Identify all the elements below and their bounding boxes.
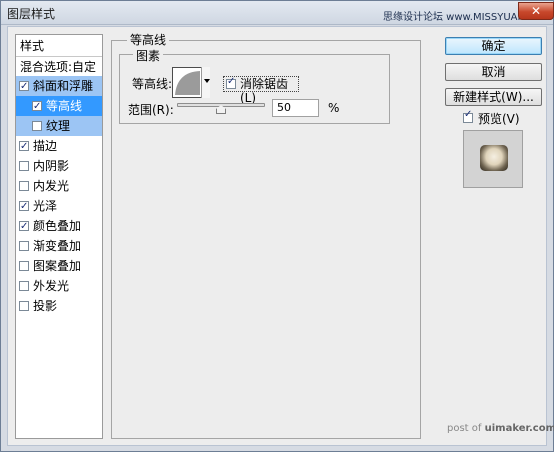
blend-options-item[interactable]: 混合选项:自定 <box>16 56 102 76</box>
style-preview <box>463 130 523 188</box>
style-item-checkbox[interactable] <box>19 77 29 97</box>
title-bar: 图层样式 思缘设计论坛 www.MISSYUAN.COM ✕ <box>1 1 554 25</box>
preview-swatch <box>480 145 508 171</box>
watermark-prefix: post of <box>447 423 482 434</box>
new-style-button[interactable]: 新建样式(W)... <box>445 88 542 106</box>
layer-style-dialog: 图层样式 思缘设计论坛 www.MISSYUAN.COM ✕ 样式 混合选项:自… <box>0 0 554 452</box>
style-item[interactable]: 斜面和浮雕 <box>16 76 102 97</box>
contour-label: 等高线: <box>132 77 173 91</box>
style-item[interactable]: 内阴影 <box>16 156 102 176</box>
styles-list: 样式 混合选项:自定 斜面和浮雕等高线纹理描边内阴影内发光光泽颜色叠加渐变叠加图… <box>15 34 103 439</box>
preview-checkbox[interactable] <box>463 109 473 123</box>
style-item-label: 渐变叠加 <box>33 239 82 253</box>
style-item-checkbox[interactable] <box>19 197 29 217</box>
style-item-checkbox[interactable] <box>19 261 29 271</box>
style-item-label: 斜面和浮雕 <box>33 79 94 93</box>
style-item-checkbox[interactable] <box>19 281 29 291</box>
range-label: 范围(R): <box>128 103 174 117</box>
style-item-label: 内阴影 <box>33 159 70 173</box>
style-item-checkbox[interactable] <box>32 121 42 131</box>
close-icon: ✕ <box>530 4 542 18</box>
blend-options-label: 混合选项:自定 <box>20 60 97 74</box>
style-item[interactable]: 投影 <box>16 296 102 316</box>
style-item[interactable]: 描边 <box>16 136 102 157</box>
style-item-label: 投影 <box>33 299 58 313</box>
range-unit: % <box>328 101 340 115</box>
style-item-label: 描边 <box>33 139 58 153</box>
cancel-button[interactable]: 取消 <box>445 63 542 81</box>
close-button[interactable]: ✕ <box>518 2 554 20</box>
elements-subgroup-title: 图素 <box>133 47 164 64</box>
preview-label: 预览(V) <box>478 112 520 126</box>
contour-group-title: 等高线 <box>127 31 170 48</box>
style-item-label: 颜色叠加 <box>33 219 82 233</box>
styles-list-header: 样式 <box>16 36 102 56</box>
style-item[interactable]: 纹理 <box>16 116 102 136</box>
contour-curve-icon <box>175 71 200 95</box>
style-item-label: 等高线 <box>46 99 83 113</box>
dialog-title: 图层样式 <box>7 7 56 21</box>
antialias-check-icon[interactable] <box>226 75 236 89</box>
style-item-checkbox[interactable] <box>19 181 29 191</box>
style-item[interactable]: 内发光 <box>16 176 102 196</box>
ok-button[interactable]: 确定 <box>445 37 542 55</box>
style-item-checkbox[interactable] <box>32 97 42 117</box>
style-item-label: 光泽 <box>33 199 58 213</box>
antialias-checkbox[interactable]: 消除锯齿(L) <box>223 75 299 105</box>
style-item[interactable]: 图案叠加 <box>16 256 102 276</box>
range-input[interactable]: 50 <box>272 99 319 117</box>
style-item[interactable]: 光泽 <box>16 196 102 217</box>
style-item-label: 内发光 <box>33 179 70 193</box>
style-item-checkbox[interactable] <box>19 137 29 157</box>
watermark-brand: uimaker.com <box>484 423 554 434</box>
style-item-label: 纹理 <box>46 119 71 133</box>
style-item[interactable]: 渐变叠加 <box>16 236 102 256</box>
styles-header-label: 样式 <box>20 39 45 53</box>
style-item-checkbox[interactable] <box>19 241 29 251</box>
style-item-checkbox[interactable] <box>19 161 29 171</box>
style-item-label: 图案叠加 <box>33 259 82 273</box>
style-item[interactable]: 等高线 <box>16 96 102 117</box>
watermark-bottom: post of uimaker.com <box>447 423 554 434</box>
style-item-checkbox[interactable] <box>19 301 29 311</box>
dialog-body: 样式 混合选项:自定 斜面和浮雕等高线纹理描边内阴影内发光光泽颜色叠加渐变叠加图… <box>7 26 554 446</box>
style-item[interactable]: 外发光 <box>16 276 102 296</box>
style-item-label: 外发光 <box>33 279 70 293</box>
contour-dropdown-arrow[interactable] <box>201 67 210 98</box>
style-item-checkbox[interactable] <box>19 217 29 237</box>
style-item[interactable]: 颜色叠加 <box>16 216 102 237</box>
